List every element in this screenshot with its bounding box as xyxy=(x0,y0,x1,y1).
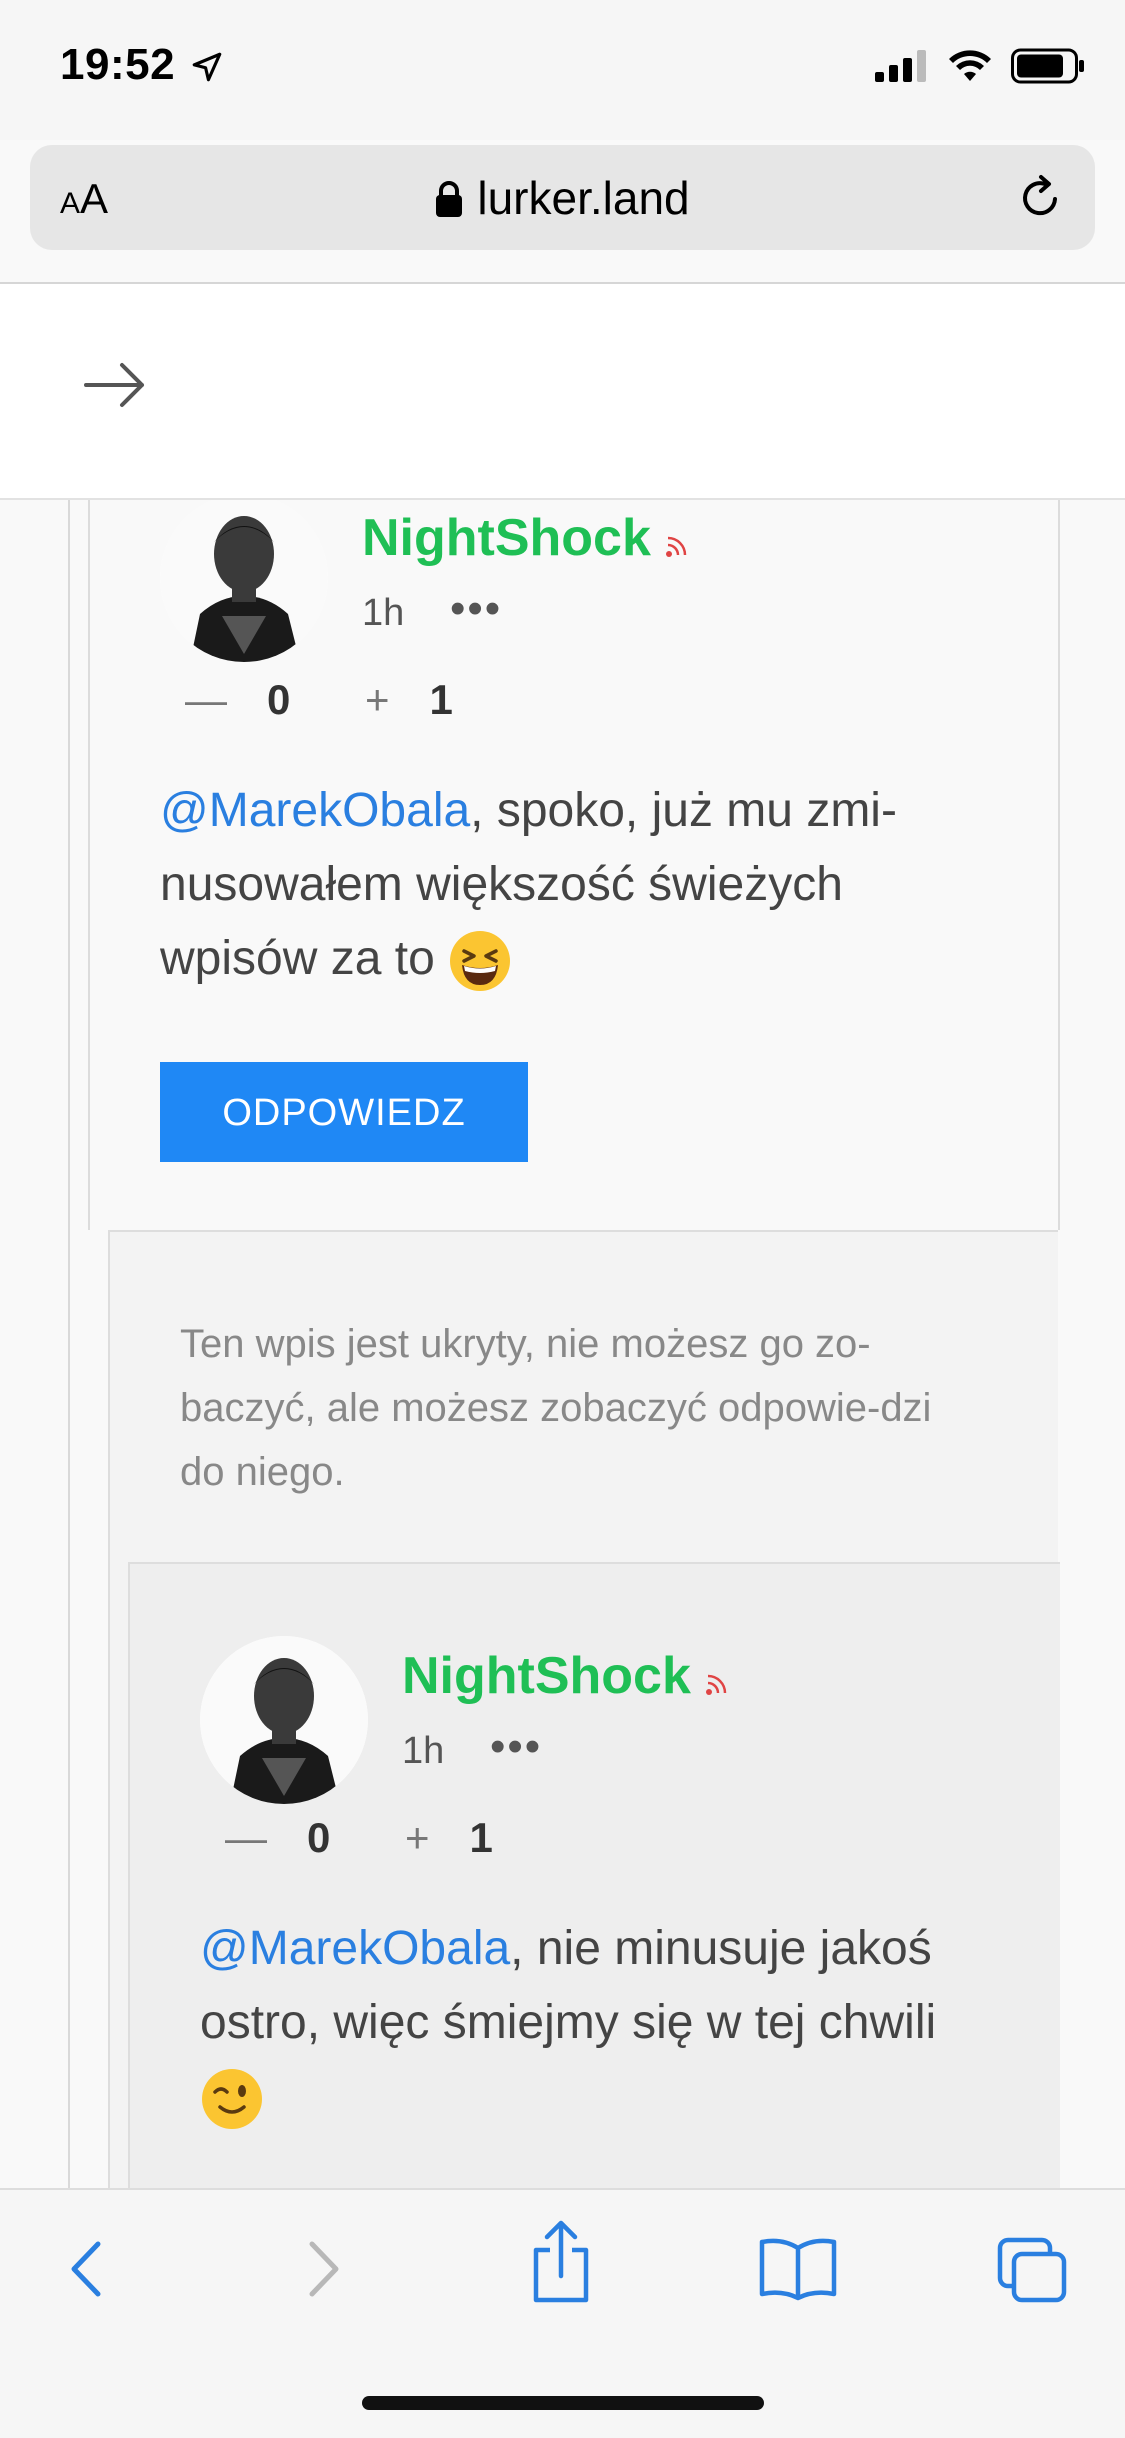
downvote-control[interactable]: —0 xyxy=(185,676,290,724)
rss-icon xyxy=(705,1649,727,1709)
user-mention[interactable]: @MarekObala xyxy=(160,784,470,837)
author-name[interactable]: NightShock xyxy=(362,508,687,571)
plus-icon[interactable]: + xyxy=(405,1814,430,1861)
upvote-count: 1 xyxy=(429,676,453,723)
upvote-count: 1 xyxy=(469,1814,493,1861)
downvote-count: 0 xyxy=(307,1814,331,1861)
author-name-text: NightShock xyxy=(402,1647,691,1705)
share-icon[interactable] xyxy=(528,2220,594,2309)
user-mention[interactable]: @MarekObala xyxy=(200,1922,510,1975)
tabs-icon[interactable] xyxy=(996,2236,1070,2311)
downvote-count: 0 xyxy=(267,676,291,723)
post-time: 1h xyxy=(362,592,405,634)
more-options-icon[interactable]: ••• xyxy=(450,584,502,634)
hidden-post-box: Ten wpis jest ukryty, nie możesz go zo-b… xyxy=(108,1230,1060,2188)
arrow-right-icon[interactable] xyxy=(82,360,148,415)
winking-face-icon xyxy=(200,2067,264,2131)
url-display[interactable]: lurker.land xyxy=(30,171,1095,229)
minus-icon[interactable]: — xyxy=(185,676,227,723)
upvote-control[interactable]: +1 xyxy=(405,1814,493,1862)
author-name[interactable]: NightShock xyxy=(402,1646,727,1709)
author-name-text: NightShock xyxy=(362,509,651,567)
avatar[interactable] xyxy=(160,500,328,662)
address-bar[interactable]: AA lurker.land xyxy=(30,145,1095,250)
reload-icon[interactable] xyxy=(1015,173,1065,228)
bookmarks-icon[interactable] xyxy=(758,2236,838,2307)
battery-icon xyxy=(1011,48,1085,89)
avatar[interactable] xyxy=(200,1636,368,1804)
thread-line xyxy=(68,500,70,2188)
hidden-post-notice: Ten wpis jest ukryty, nie możesz go zo-b… xyxy=(180,1322,932,1494)
more-options-icon[interactable]: ••• xyxy=(490,1722,542,1772)
wifi-icon xyxy=(947,49,993,88)
rss-icon xyxy=(665,511,687,571)
plus-icon[interactable]: + xyxy=(365,676,390,723)
page-nav-bar xyxy=(0,284,1125,500)
post-body: @MarekObala, nie minusuje jakoś ostro, w… xyxy=(200,1912,1000,2134)
comment-card: NightShock 1h ••• —0 +1 @MarekObala, spo… xyxy=(88,500,1060,1230)
cellular-signal-icon xyxy=(875,50,929,87)
location-arrow-icon xyxy=(190,50,224,89)
post-body: @MarekObala, spoko, już mu zmi-nusowałem… xyxy=(160,774,980,996)
comment-card: NightShock 1h ••• —0 +1 @MarekObala, nie… xyxy=(128,1562,1060,2188)
back-icon[interactable] xyxy=(60,2234,110,2309)
reply-button[interactable]: ODPOWIEDZ xyxy=(160,1062,528,1162)
url-domain: lurker.land xyxy=(477,172,690,224)
status-bar: 19:52 xyxy=(0,0,1125,140)
status-time: 19:52 xyxy=(60,40,176,89)
post-time: 1h xyxy=(402,1730,445,1772)
upvote-control[interactable]: +1 xyxy=(365,676,453,724)
forward-icon[interactable] xyxy=(300,2234,350,2309)
grinning-squinting-face-icon xyxy=(448,929,512,993)
comment-thread: NightShock 1h ••• —0 +1 @MarekObala, spo… xyxy=(0,500,1125,2188)
downvote-control[interactable]: —0 xyxy=(225,1814,330,1862)
home-indicator[interactable] xyxy=(362,2396,764,2410)
status-icons xyxy=(875,48,1085,89)
lock-icon xyxy=(435,175,463,229)
minus-icon[interactable]: — xyxy=(225,1814,267,1861)
